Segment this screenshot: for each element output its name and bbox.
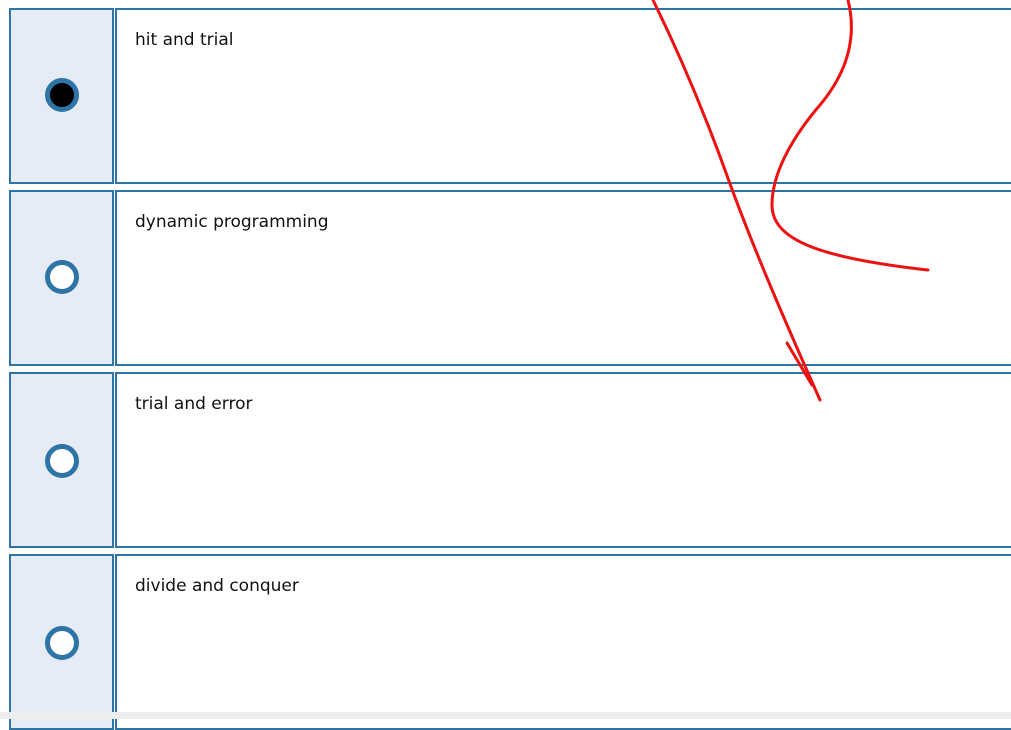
option-label: trial and error — [135, 394, 253, 414]
option-row[interactable]: divide and conquer — [0, 554, 1011, 730]
option-radio-cell[interactable] — [9, 372, 114, 548]
option-text-cell[interactable]: dynamic programming — [115, 190, 1011, 366]
bottom-scroll-area — [0, 712, 1011, 719]
option-label: hit and trial — [135, 30, 234, 50]
radio-button-selected[interactable] — [45, 78, 79, 112]
option-radio-cell[interactable] — [9, 190, 114, 366]
option-row[interactable]: dynamic programming — [0, 190, 1011, 366]
option-radio-cell[interactable] — [9, 554, 114, 730]
option-row[interactable]: hit and trial — [0, 8, 1011, 184]
option-text-cell[interactable]: trial and error — [115, 372, 1011, 548]
radio-button[interactable] — [45, 444, 79, 478]
option-row[interactable]: trial and error — [0, 372, 1011, 548]
answer-options: hit and trial dynamic programming trial … — [0, 0, 1011, 730]
radio-button[interactable] — [45, 260, 79, 294]
option-radio-cell[interactable] — [9, 8, 114, 184]
option-text-cell[interactable]: hit and trial — [115, 8, 1011, 184]
radio-button[interactable] — [45, 626, 79, 660]
option-label: divide and conquer — [135, 576, 299, 596]
option-label: dynamic programming — [135, 212, 329, 232]
option-text-cell[interactable]: divide and conquer — [115, 554, 1011, 730]
